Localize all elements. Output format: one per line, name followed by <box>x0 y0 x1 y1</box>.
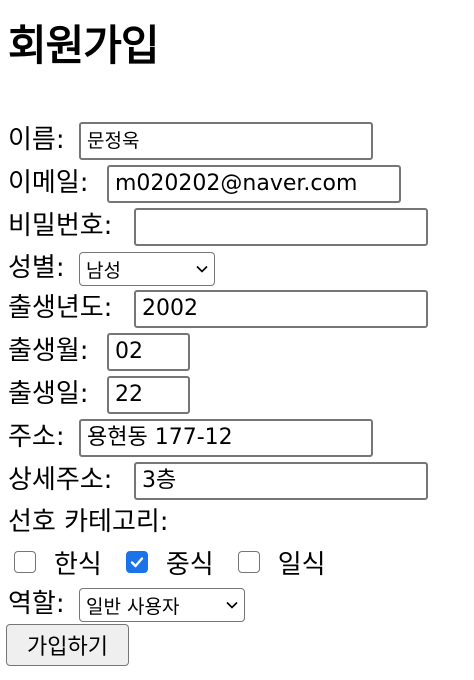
checkmark-icon <box>130 557 144 568</box>
category-label-korean: 한식 <box>54 549 102 580</box>
category-checkbox-korean[interactable] <box>14 551 36 573</box>
role-label: 역할: <box>8 589 65 619</box>
password-label: 비밀번호: <box>8 211 113 241</box>
gender-select[interactable]: 남성 <box>79 252 215 286</box>
role-select-value: 일반 사용자 <box>86 595 180 618</box>
birth-day-row: 출생일: <box>8 374 89 414</box>
address-label: 주소: <box>8 422 65 452</box>
role-select[interactable]: 일반 사용자 <box>79 588 245 622</box>
birth-month-input[interactable]: 02 <box>107 333 190 371</box>
submit-button-label: 가입하기 <box>27 635 108 660</box>
birth-month-input-value: 02 <box>115 339 143 364</box>
signup-page: 회원가입 이름: 문정욱 이메일: m020202@naver.com 비밀번호… <box>0 0 474 680</box>
address-detail-label: 상세주소: <box>8 465 113 495</box>
address-detail-input-value: 3층 <box>142 468 177 493</box>
name-input[interactable]: 문정욱 <box>79 122 373 160</box>
chevron-down-icon <box>196 265 208 273</box>
email-label: 이메일: <box>8 168 89 198</box>
password-input[interactable] <box>134 208 428 246</box>
address-input-value: 용현동 177-12 <box>87 425 233 450</box>
categories-row: 선호 카테고리: <box>8 502 169 542</box>
role-row: 역할: <box>8 584 65 624</box>
birth-year-input-value: 2002 <box>142 296 198 321</box>
category-label-chinese: 중식 <box>165 549 214 580</box>
category-label-japanese: 일식 <box>277 549 326 580</box>
birth-day-input-value: 22 <box>115 382 143 407</box>
gender-label: 성별: <box>8 253 65 283</box>
name-label: 이름: <box>8 125 65 155</box>
categories-label: 선호 카테고리: <box>8 507 169 537</box>
birth-year-row: 출생년도: <box>8 288 112 328</box>
birth-day-input[interactable]: 22 <box>107 376 190 414</box>
address-detail-row: 상세주소: <box>8 460 112 500</box>
birth-year-input[interactable]: 2002 <box>134 290 428 328</box>
birth-day-label: 출생일: <box>8 379 89 409</box>
category-checkbox-chinese[interactable] <box>125 551 148 573</box>
gender-row: 성별: <box>8 248 65 288</box>
submit-button[interactable]: 가입하기 <box>6 624 129 666</box>
email-input-value: m020202@naver.com <box>115 171 358 196</box>
address-detail-input[interactable]: 3층 <box>134 462 428 500</box>
page-title: 회원가입 <box>8 21 160 70</box>
birth-year-label: 출생년도: <box>8 293 113 323</box>
birth-month-row: 출생월: <box>8 331 89 371</box>
address-input[interactable]: 용현동 177-12 <box>79 419 373 457</box>
email-row: 이메일: <box>8 163 89 203</box>
name-input-value: 문정욱 <box>87 130 140 152</box>
password-row: 비밀번호: <box>8 206 112 246</box>
email-input[interactable]: m020202@naver.com <box>107 165 401 203</box>
categories-options: 한식 중식 일식 <box>14 542 350 582</box>
name-row: 이름: <box>8 120 65 160</box>
birth-month-label: 출생월: <box>8 336 89 366</box>
gender-select-value: 남성 <box>86 259 121 282</box>
category-checkbox-japanese[interactable] <box>237 551 260 573</box>
chevron-down-icon <box>226 601 238 609</box>
address-row: 주소: <box>8 417 65 457</box>
